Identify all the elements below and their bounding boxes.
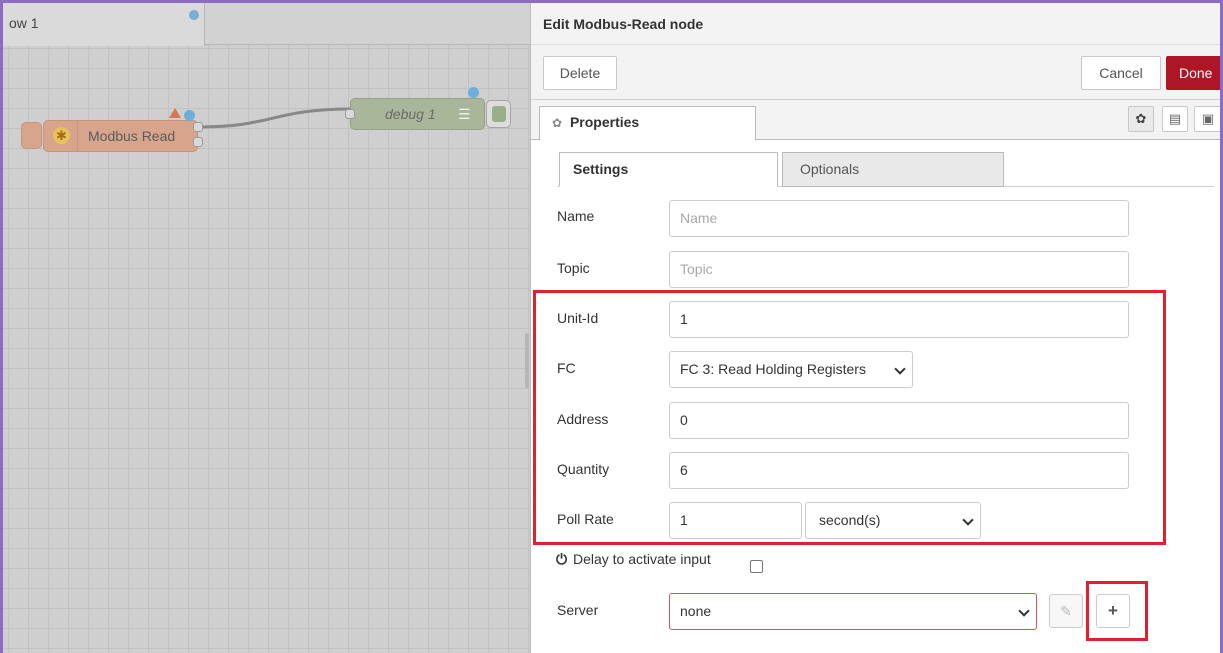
add-server-button[interactable]: + bbox=[1096, 594, 1130, 628]
input-port[interactable] bbox=[345, 109, 355, 119]
tab-optionals[interactable]: Optionals bbox=[782, 152, 1004, 187]
chevron-down-icon bbox=[894, 363, 906, 375]
name-input[interactable]: Name bbox=[669, 200, 1129, 237]
edit-server-button[interactable]: ✎ bbox=[1049, 594, 1083, 628]
panel-title: Edit Modbus-Read node bbox=[531, 3, 1220, 45]
modbus-gear-icon: ✱ bbox=[53, 127, 70, 144]
fc-select[interactable]: FC 3: Read Holding Registers bbox=[669, 351, 913, 388]
debug-node-label: debug 1 bbox=[385, 106, 436, 122]
topic-label: Topic bbox=[557, 260, 590, 276]
modbus-read-node[interactable]: ✱ Modbus Read bbox=[43, 120, 198, 152]
topic-input[interactable]: Topic bbox=[669, 251, 1129, 288]
delete-button[interactable]: Delete bbox=[543, 56, 617, 90]
server-label: Server bbox=[557, 602, 599, 618]
debug-toggle-indicator bbox=[492, 106, 506, 122]
changed-dot-icon bbox=[468, 87, 479, 98]
poll-rate-input[interactable]: 1 bbox=[669, 502, 802, 539]
delay-label: Delay to activate input bbox=[572, 551, 711, 567]
server-select[interactable]: none bbox=[669, 593, 1037, 630]
screenshot-frame: ow 1 ✱ Modbus Read debug 1 ☰ Edit Modbus… bbox=[0, 0, 1223, 653]
changed-dot-icon bbox=[184, 110, 195, 121]
pencil-icon: ✎ bbox=[1060, 603, 1072, 619]
poll-rate-label: Poll Rate bbox=[557, 511, 614, 527]
flow-workspace[interactable]: ow 1 ✱ Modbus Read debug 1 ☰ bbox=[3, 3, 530, 653]
debug-toggle-button[interactable] bbox=[486, 100, 511, 128]
done-button[interactable]: Done bbox=[1166, 56, 1220, 90]
node-icon-area: ✱ bbox=[44, 121, 78, 151]
appearance-icon[interactable]: ▣ bbox=[1194, 106, 1220, 132]
tab-properties[interactable]: ✿ Properties bbox=[539, 106, 756, 141]
tab-properties-label: Properties bbox=[569, 114, 640, 130]
fc-label: FC bbox=[557, 360, 576, 376]
name-label: Name bbox=[557, 208, 595, 224]
panel-splitter[interactable] bbox=[525, 333, 529, 388]
node-wire bbox=[198, 107, 352, 129]
cancel-button[interactable]: Cancel bbox=[1081, 56, 1161, 90]
info-icon[interactable]: ▤ bbox=[1162, 106, 1188, 132]
node-inject-button[interactable] bbox=[21, 122, 42, 149]
quantity-label: Quantity bbox=[557, 461, 610, 477]
gear-icon: ✿ bbox=[552, 116, 563, 130]
plus-icon: + bbox=[1108, 601, 1118, 620]
chevron-down-icon bbox=[962, 514, 974, 526]
address-input[interactable]: 0 bbox=[669, 402, 1129, 439]
settings-gear-icon[interactable]: ✿ bbox=[1128, 106, 1154, 132]
delay-row: ⏻ Delay to activate input bbox=[556, 551, 711, 568]
delay-checkbox[interactable] bbox=[750, 560, 763, 573]
fc-select-value: FC 3: Read Holding Registers bbox=[680, 361, 866, 377]
unit-id-label: Unit-Id bbox=[557, 310, 599, 326]
poll-rate-unit-value: second(s) bbox=[819, 512, 881, 528]
warning-icon bbox=[169, 108, 181, 118]
chevron-down-icon bbox=[1018, 605, 1030, 617]
unit-id-input[interactable]: 1 bbox=[669, 301, 1129, 338]
output-port[interactable] bbox=[193, 122, 203, 132]
output-port[interactable] bbox=[193, 137, 203, 147]
server-select-value: none bbox=[680, 603, 712, 619]
address-label: Address bbox=[557, 411, 609, 427]
list-icon: ☰ bbox=[458, 106, 471, 122]
power-icon: ⏻ bbox=[556, 551, 568, 567]
tab-settings[interactable]: Settings bbox=[559, 152, 778, 187]
poll-rate-unit-select[interactable]: second(s) bbox=[805, 502, 981, 539]
debug-node[interactable]: debug 1 ☰ bbox=[350, 98, 485, 130]
modbus-read-node-label: Modbus Read bbox=[88, 128, 176, 144]
quantity-input[interactable]: 6 bbox=[669, 452, 1129, 489]
